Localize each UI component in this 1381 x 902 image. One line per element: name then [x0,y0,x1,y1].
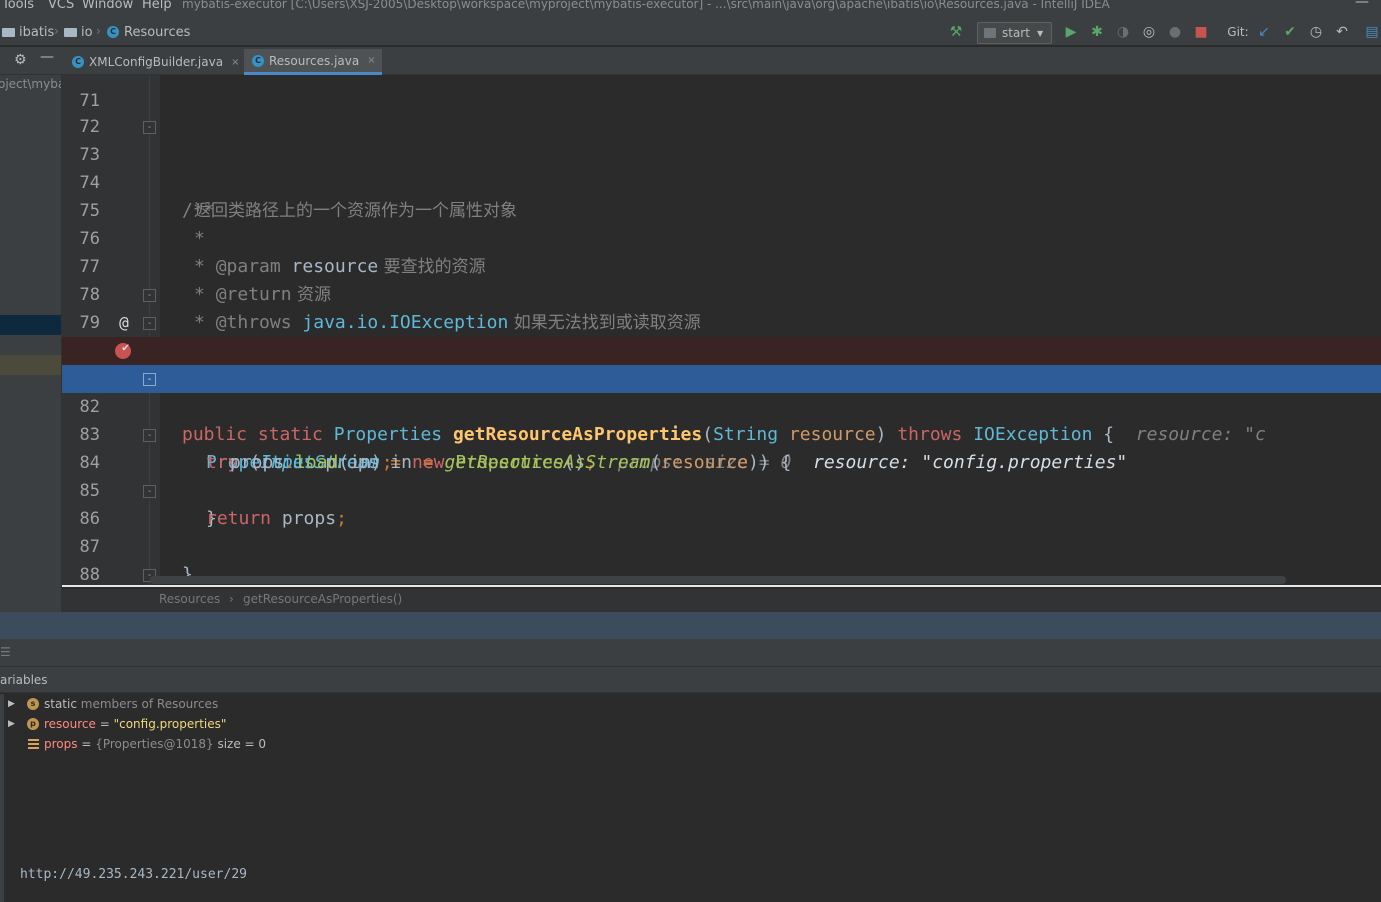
variable-text: static members of Resources [44,697,219,711]
fold-icon[interactable]: - [143,317,156,330]
menu-bar: Tools VCS Window Help mybatis-executor [… [0,0,1381,12]
project-structure-icon[interactable]: ▤ [1364,24,1380,40]
run-icon[interactable]: ▶ [1063,24,1079,40]
code-line: 83 props.load(in); [62,393,1381,473]
checkmark-icon: ✔ [122,340,130,354]
close-icon[interactable]: × [231,57,239,68]
build-hammer-icon[interactable]: ⚒ [948,24,964,40]
hide-panel-icon[interactable]: — [40,49,54,65]
code-line: 87 [62,505,1381,557]
code-line: 74 返回类路径上的一个资源作为一个属性对象 [62,141,1381,221]
list-icon [28,739,39,749]
chevron-right-icon: › [229,592,234,606]
editor-tab-bar: ⚙ — C XMLConfigBuilder.java × C Resource… [0,47,1381,75]
crumb-label: io [81,24,93,40]
tab-label: XMLConfigBuilder.java [89,55,224,69]
expand-triangle-icon[interactable]: ▶ [8,719,15,729]
expand-triangle-icon[interactable]: ▶ [8,699,15,709]
editor-breadcrumb: Resources › getResourceAsProperties() [62,589,1381,612]
code-line: 72 [62,85,1381,137]
profile-icon[interactable]: ◎ [1141,24,1157,40]
static-badge-icon: s [27,698,39,710]
tab-resources[interactable]: C Resources.java × [244,49,382,75]
fold-icon[interactable]: - [143,429,156,442]
horizontal-scrollbar[interactable] [150,576,1286,584]
window-title: mybatis-executor [C:\Users\XSJ-2005\Desk… [182,0,1110,11]
code-editor[interactable]: 71 72 73 - /** 74 返回类路径上的一个资源作为一个属性对象 75… [62,75,1381,587]
debug-icon[interactable]: ✱ [1089,24,1105,40]
menu-vcs[interactable]: VCS [48,0,74,12]
chevron-right-icon: › [96,24,101,38]
fold-icon[interactable]: - [143,289,156,302]
breadcrumb-class[interactable]: Resources [159,592,220,606]
fold-icon[interactable]: - [143,121,156,134]
coverage-icon[interactable]: ◑ [1115,24,1131,40]
code-line: 73 - /** [62,113,1381,221]
project-panel[interactable]: oject\myba [0,75,62,612]
close-icon[interactable]: × [367,55,375,66]
menu-help[interactable]: Help [142,0,172,12]
class-icon: C [252,54,264,67]
code-line: 88 [62,533,1381,585]
frames-icon[interactable]: ☰ [0,645,11,659]
project-highlight [0,355,61,375]
chevron-right-icon: › [54,24,59,38]
tab-label: Resources.java [269,53,360,68]
navigation-bar: ibatis › io › C Resources ⚒ start ▼ ▶ ✱ … [0,12,1381,46]
code-line: 78 * @throws java.io.IOException 如果无法找到或… [62,253,1381,333]
menu-tools[interactable]: Tools [2,0,34,12]
implements-icon[interactable]: @ [114,313,134,333]
git-label: Git: [1227,25,1249,39]
config-icon [984,28,996,38]
crumb-resources[interactable]: C Resources [107,24,190,40]
class-icon: C [107,26,119,38]
breadcrumb-method[interactable]: getResourceAsProperties() [243,592,402,606]
code-line: 75 * [62,169,1381,249]
class-icon: C [72,56,84,68]
current-execution-line: 82 - try (InputStream in = getResourceAs… [62,365,1381,473]
variable-text: props = {Properties@1018} size = 0 [44,737,267,751]
gear-icon[interactable]: ⚙ [14,52,27,68]
folder-icon [2,27,15,37]
chevron-down-icon: ▼ [1036,28,1044,38]
project-selection [0,315,61,335]
history-icon[interactable]: ◷ [1308,24,1324,40]
run-config-select[interactable]: start ▼ [977,22,1052,44]
code-line: 79 - */ [62,281,1381,389]
git-update-icon[interactable]: ↙ [1256,24,1272,40]
code-line: 80 @ - public static Properties getResou… [62,309,1381,445]
run-config-label: start [1002,26,1030,40]
code-line: 86 - } [62,477,1381,585]
crumb-label: ibatis [19,24,55,40]
variables-title: ariables [0,673,48,687]
tab-xmlconfigbuilder[interactable]: C XMLConfigBuilder.java × [64,49,245,75]
code-line: 77 * @return 资源 [62,225,1381,305]
debug-header-bar[interactable] [0,612,1381,639]
crumb-ibatis[interactable]: ibatis [2,24,54,40]
crumb-io[interactable]: io [64,24,93,40]
folder-icon [64,27,77,37]
rollback-icon[interactable]: ↶ [1334,24,1350,40]
minimize-button[interactable]: — [1355,0,1369,10]
variable-text: resource = "config.properties" [44,717,227,731]
fold-icon[interactable]: - [143,485,156,498]
url-overlay: http://49.235.243.221/user/29 [20,867,247,882]
project-path: oject\myba [0,77,62,91]
code-line: 84 - } [62,421,1381,529]
debug-toolbar: ☰ [0,639,1381,667]
attach-icon[interactable]: ● [1167,24,1183,40]
fold-icon[interactable]: - [143,373,156,386]
stop-icon[interactable]: ■ [1193,24,1209,40]
panel-edge [0,694,4,902]
code-line: 76 * @param resource 要查找的资源 [62,197,1381,277]
parameter-badge-icon: p [27,718,39,730]
breakpoint-line: 81 ✔ Properties props = new Properties()… [62,337,1381,473]
variables-panel-header: ariables [0,667,1381,693]
menu-window[interactable]: Window [82,0,133,12]
crumb-label: Resources [124,24,191,40]
git-commit-icon[interactable]: ✔ [1282,24,1298,40]
code-line: 85 return props; [62,449,1381,529]
